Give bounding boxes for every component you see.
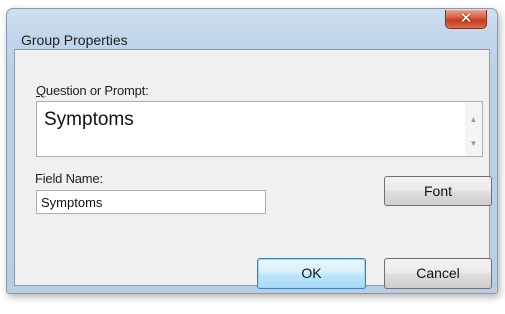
font-button[interactable]: Font xyxy=(384,176,492,206)
question-prompt-label-accelerator: Q xyxy=(36,83,46,98)
close-icon: ✕ xyxy=(459,10,473,27)
vertical-scrollbar[interactable]: ▲ ▼ xyxy=(465,102,482,156)
dialog-title: Group Properties xyxy=(21,32,128,48)
close-button[interactable]: ✕ xyxy=(445,10,487,29)
scroll-up-arrow-icon[interactable]: ▲ xyxy=(465,111,482,128)
question-prompt-label-text: uestion or Prompt: xyxy=(45,83,149,98)
question-prompt-textarea[interactable]: Symptoms ▲ ▼ xyxy=(36,101,483,157)
ok-button[interactable]: OK xyxy=(257,258,366,289)
dialog-client-area: Question or Prompt: Symptoms ▲ ▼ Field N… xyxy=(14,49,492,289)
title-bar[interactable]: Group Properties xyxy=(7,9,497,49)
question-prompt-value: Symptoms xyxy=(44,109,134,130)
field-name-label: Field Name: xyxy=(35,171,103,186)
field-name-input[interactable]: Symptoms xyxy=(36,190,266,214)
group-properties-dialog: Group Properties ✕ Question or Prompt: S… xyxy=(6,8,498,294)
field-name-value: Symptoms xyxy=(41,195,103,210)
scroll-down-arrow-icon[interactable]: ▼ xyxy=(465,135,482,152)
cancel-button[interactable]: Cancel xyxy=(384,258,492,289)
question-prompt-label: Question or Prompt: xyxy=(36,83,149,98)
